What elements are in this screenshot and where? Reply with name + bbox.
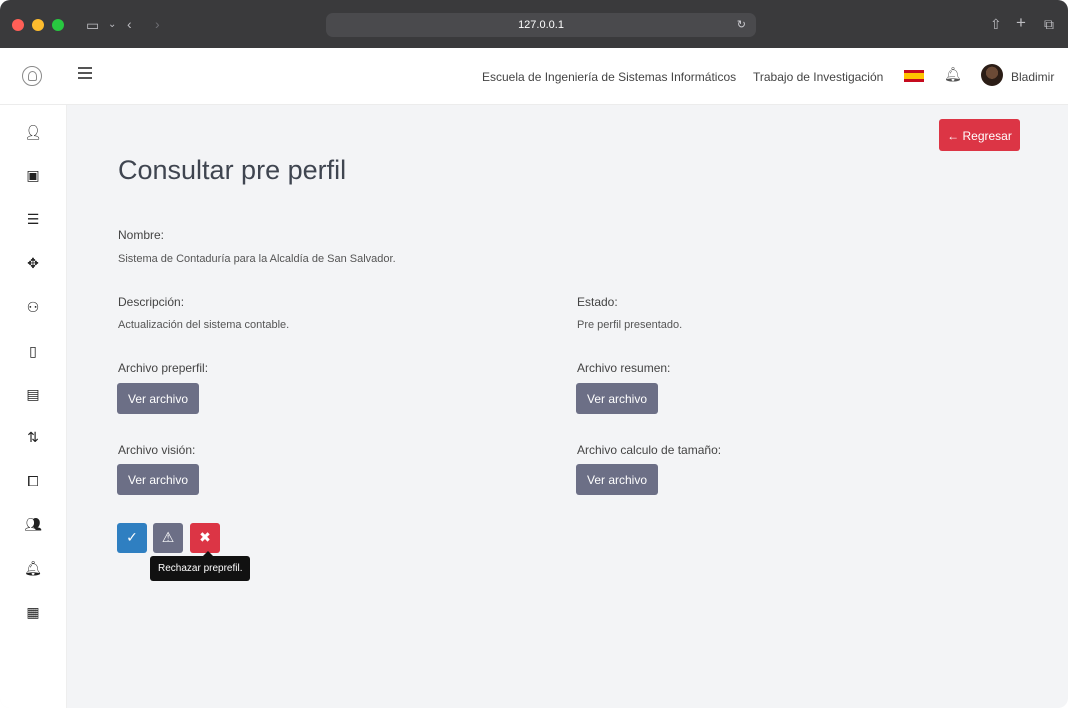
state-label: Estado:: [577, 295, 618, 309]
tab-overview-icon[interactable]: ⧉: [1044, 16, 1054, 32]
x-square-icon: ✖: [199, 530, 211, 546]
browser-window: ▭ ⌄ ‹ › 127.0.0.1 ↻ ⇧ + ⧉ Escuela de Ing…: [0, 0, 1068, 708]
name-label: Nombre:: [118, 228, 165, 242]
browser-toolbar: ▭ ⌄ ‹ › 127.0.0.1 ↻ ⇧ + ⧉: [0, 0, 1068, 48]
sidebar-toggle-icon[interactable]: ▭: [86, 17, 99, 33]
calendar-icon[interactable]: ▦: [24, 604, 42, 622]
view-size-file-button[interactable]: Ver archivo: [576, 464, 658, 495]
file-preprofile-label: Archivo preperfil:: [118, 361, 209, 375]
observe-button[interactable]: ⚠: [153, 523, 183, 553]
main-content: ← Regresar Consultar pre perfil Nombre: …: [66, 105, 1068, 708]
reject-tooltip: Rechazar preprefil.: [150, 551, 251, 581]
file-vision-label: Archivo visión:: [118, 443, 196, 457]
sidebar: 👤︎ ▣ ☰ ✥ ⚇ ▯ ▤ ⇅ ⧠ 👥︎ 🔔︎ ▦: [0, 105, 67, 708]
back-nav-icon[interactable]: ‹: [127, 16, 132, 32]
back-button[interactable]: ← Regresar: [939, 119, 1020, 151]
file-size-label: Archivo calculo de tamaño:: [577, 443, 722, 457]
app-header: Escuela de Ingeniería de Sistemas Inform…: [0, 48, 1068, 105]
forward-nav-icon[interactable]: ›: [155, 16, 160, 32]
file-summary-label: Archivo resumen:: [577, 361, 671, 375]
new-tab-icon[interactable]: +: [1016, 14, 1026, 31]
research-work-link[interactable]: Trabajo de Investigación: [753, 70, 883, 84]
approve-button[interactable]: ✓: [117, 523, 147, 553]
user-avatar[interactable]: [981, 64, 1003, 86]
view-vision-file-button[interactable]: Ver archivo: [117, 464, 199, 495]
git-pull-icon[interactable]: ⇅: [24, 429, 42, 447]
group-icon[interactable]: ⚇: [24, 299, 42, 317]
school-link[interactable]: Escuela de Ingeniería de Sistemas Inform…: [482, 70, 736, 84]
reload-icon[interactable]: ↻: [737, 13, 746, 37]
app-logo-icon[interactable]: [22, 66, 42, 86]
description-value: Actualización del sistema contable.: [118, 319, 290, 331]
layers-icon[interactable]: ☰: [24, 211, 42, 229]
state-value: Pre perfil presentado.: [577, 319, 683, 331]
file-text-icon[interactable]: ▤: [24, 386, 42, 404]
share-icon[interactable]: ⇧: [990, 16, 1002, 32]
address-bar[interactable]: 127.0.0.1 ↻: [326, 13, 756, 37]
file-icon[interactable]: ▯: [24, 343, 42, 361]
description-label: Descripción:: [118, 295, 185, 309]
view-preprofile-file-button[interactable]: Ver archivo: [117, 383, 199, 414]
spain-flag-icon[interactable]: [904, 70, 924, 82]
users-list-icon-2[interactable]: 👥︎: [24, 516, 42, 534]
check-icon: ✓: [126, 530, 138, 546]
close-window-button[interactable]: [12, 19, 24, 31]
code-window-icon[interactable]: ⧠: [24, 473, 42, 491]
notification-bell-icon[interactable]: 🔔︎: [944, 66, 962, 83]
zoom-window-button[interactable]: [52, 19, 64, 31]
view-summary-file-button[interactable]: Ver archivo: [576, 383, 658, 414]
name-value: Sistema de Contaduría para la Alcaldía d…: [118, 253, 396, 265]
reject-button[interactable]: ✖: [190, 523, 220, 553]
page-title: Consultar pre perfil: [118, 155, 347, 185]
building-icon[interactable]: ▣: [24, 167, 42, 185]
hamburger-menu-icon[interactable]: [78, 67, 92, 79]
users-list-icon[interactable]: 👤︎: [24, 124, 42, 142]
address-text: 127.0.0.1: [518, 19, 564, 31]
minimize-window-button[interactable]: [32, 19, 44, 31]
bell-icon[interactable]: 🔔︎: [24, 560, 42, 578]
warning-icon: ⚠: [161, 530, 175, 546]
user-name[interactable]: Bladimir: [1011, 70, 1054, 84]
chevron-down-icon[interactable]: ⌄: [108, 17, 116, 33]
move-icon[interactable]: ✥: [24, 255, 42, 273]
